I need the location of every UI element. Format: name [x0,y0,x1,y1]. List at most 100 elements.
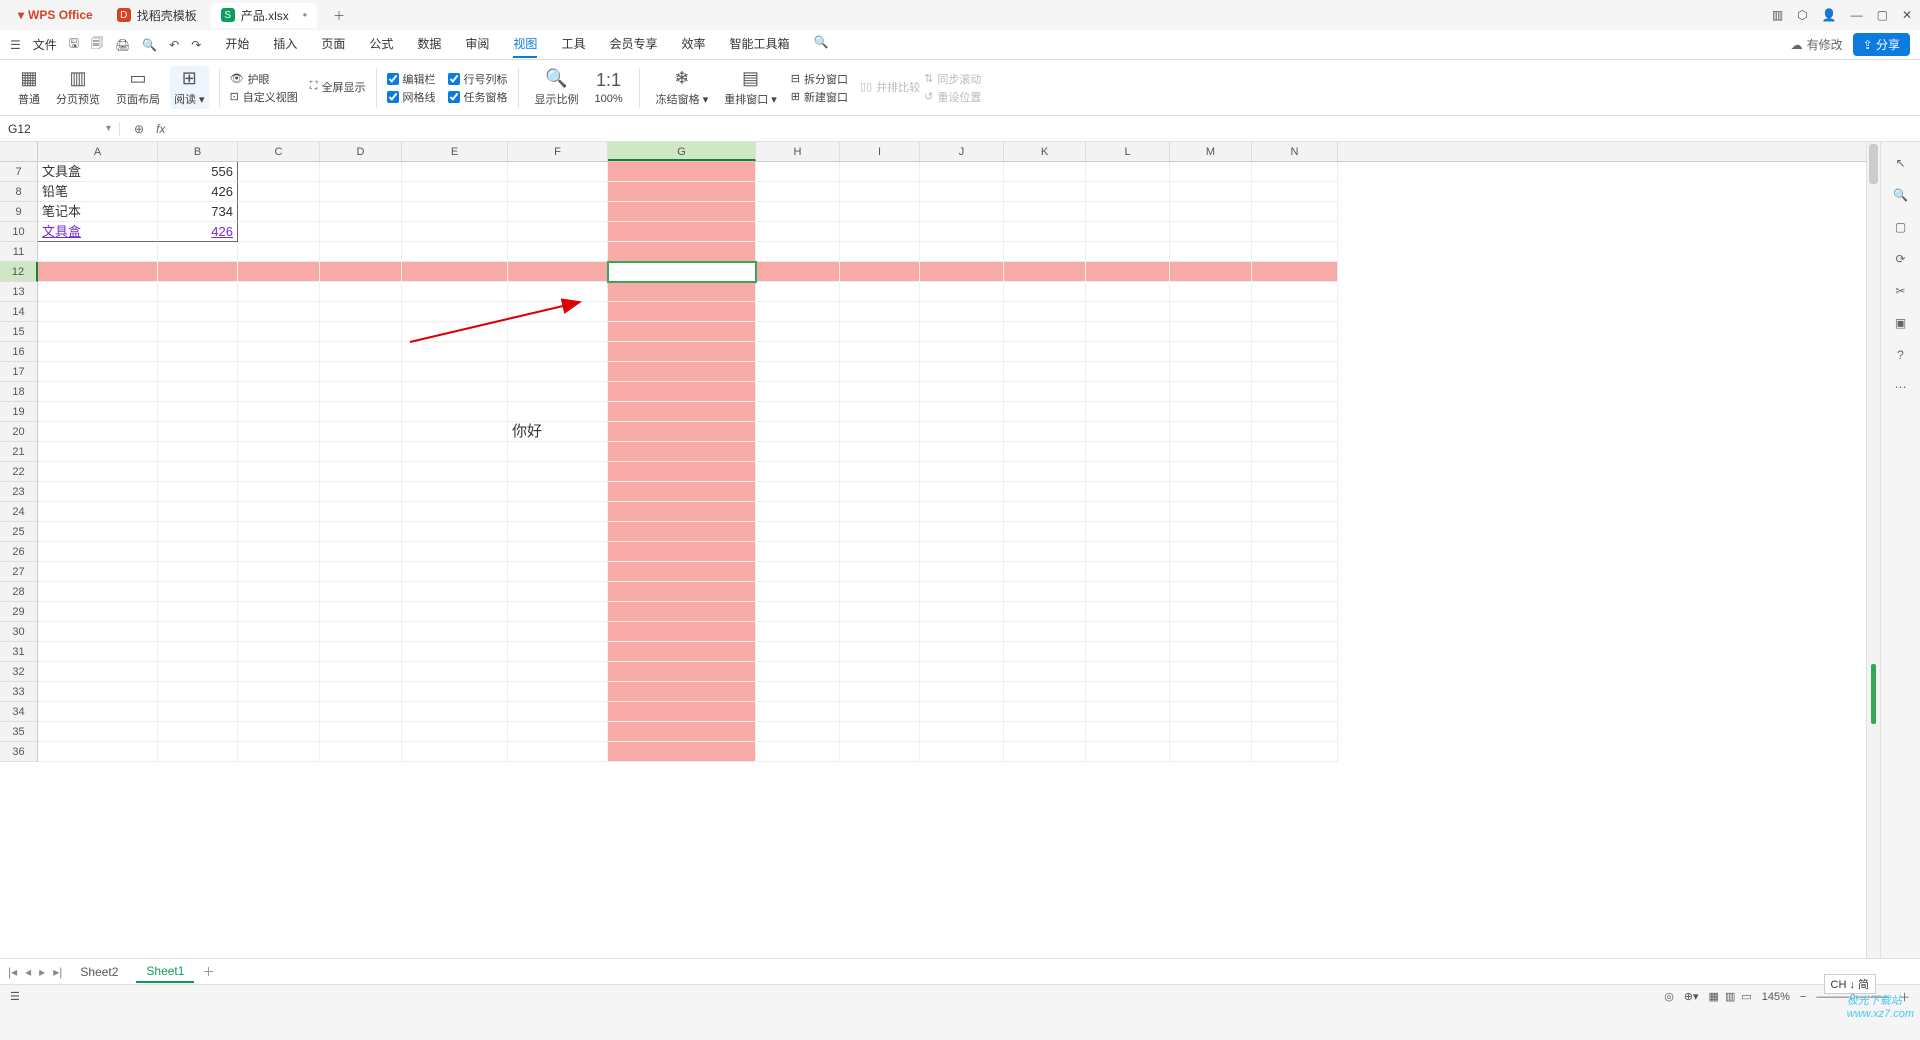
cell-D9[interactable] [320,202,402,222]
cell-I23[interactable] [840,482,920,502]
select-all-corner[interactable] [0,142,38,161]
cell-L17[interactable] [1086,362,1170,382]
cell-K23[interactable] [1004,482,1086,502]
cell-J16[interactable] [920,342,1004,362]
cell-I13[interactable] [840,282,920,302]
cell-N35[interactable] [1252,722,1338,742]
cell-M33[interactable] [1170,682,1252,702]
row-header[interactable]: 27 [0,562,38,582]
row-header[interactable]: 22 [0,462,38,482]
cell-H22[interactable] [756,462,840,482]
cell-J35[interactable] [920,722,1004,742]
cell-G32[interactable] [608,662,756,682]
cell-M23[interactable] [1170,482,1252,502]
cell-B22[interactable] [158,462,238,482]
cell-K7[interactable] [1004,162,1086,182]
cell-F11[interactable] [508,242,608,262]
cell-A29[interactable] [38,602,158,622]
cell-N29[interactable] [1252,602,1338,622]
search-icon[interactable]: 🔍 [814,31,829,58]
cell-N22[interactable] [1252,462,1338,482]
cell-A34[interactable] [38,702,158,722]
cell-G34[interactable] [608,702,756,722]
row-header[interactable]: 18 [0,382,38,402]
check-taskpane[interactable]: 任务窗格 [448,89,508,105]
cell-N26[interactable] [1252,542,1338,562]
cell-L13[interactable] [1086,282,1170,302]
cell-B29[interactable] [158,602,238,622]
cell-J28[interactable] [920,582,1004,602]
cell-G14[interactable] [608,302,756,322]
cell-I18[interactable] [840,382,920,402]
cell-C33[interactable] [238,682,320,702]
cell-J25[interactable] [920,522,1004,542]
custom-view-button[interactable]: ⊡自定义视图 [230,89,298,105]
menu-data[interactable]: 数据 [417,31,441,58]
cell-I16[interactable] [840,342,920,362]
target-icon[interactable]: ⊕▾ [1684,990,1699,1003]
cell-G19[interactable] [608,402,756,422]
row-header[interactable]: 30 [0,622,38,642]
cell-M20[interactable] [1170,422,1252,442]
cell-F25[interactable] [508,522,608,542]
cell-E27[interactable] [402,562,508,582]
cell-J18[interactable] [920,382,1004,402]
cell-F16[interactable] [508,342,608,362]
cell-D18[interactable] [320,382,402,402]
cell-I27[interactable] [840,562,920,582]
cell-H15[interactable] [756,322,840,342]
tools-panel-icon[interactable]: ✂ [1895,284,1905,298]
cell-J14[interactable] [920,302,1004,322]
cell-N11[interactable] [1252,242,1338,262]
cell-L23[interactable] [1086,482,1170,502]
cell-B17[interactable] [158,362,238,382]
cell-E31[interactable] [402,642,508,662]
cell-J10[interactable] [920,222,1004,242]
row-header[interactable]: 32 [0,662,38,682]
cell-H12[interactable] [756,262,840,282]
cell-L9[interactable] [1086,202,1170,222]
cell-M18[interactable] [1170,382,1252,402]
cell-L16[interactable] [1086,342,1170,362]
cell-D15[interactable] [320,322,402,342]
cell-C14[interactable] [238,302,320,322]
cell-N21[interactable] [1252,442,1338,462]
cell-B16[interactable] [158,342,238,362]
cell-A15[interactable] [38,322,158,342]
cell-C20[interactable] [238,422,320,442]
cell-C22[interactable] [238,462,320,482]
menu-member[interactable]: 会员专享 [609,31,657,58]
tab-template[interactable]: D 找稻壳模板 [107,3,207,28]
sheet-tab-sheet2[interactable]: Sheet2 [70,962,128,982]
cell-J24[interactable] [920,502,1004,522]
cell-C13[interactable] [238,282,320,302]
cell-I14[interactable] [840,302,920,322]
cell-N36[interactable] [1252,742,1338,762]
cell-A25[interactable] [38,522,158,542]
cell-M30[interactable] [1170,622,1252,642]
cell-M35[interactable] [1170,722,1252,742]
cell-F32[interactable] [508,662,608,682]
cell-G15[interactable] [608,322,756,342]
row-header[interactable]: 33 [0,682,38,702]
cell-F21[interactable] [508,442,608,462]
cell-N7[interactable] [1252,162,1338,182]
cell-D25[interactable] [320,522,402,542]
view-normal-icon[interactable]: ▦ [1709,990,1719,1003]
cell-F8[interactable] [508,182,608,202]
cell-E29[interactable] [402,602,508,622]
cell-H24[interactable] [756,502,840,522]
row-header[interactable]: 10 [0,222,38,242]
cell-E7[interactable] [402,162,508,182]
cell-D35[interactable] [320,722,402,742]
cell-D17[interactable] [320,362,402,382]
cell-J26[interactable] [920,542,1004,562]
cloud-panel-icon[interactable]: ⟳ [1895,252,1905,266]
menu-review[interactable]: 审阅 [465,31,489,58]
cell-M16[interactable] [1170,342,1252,362]
cell-A26[interactable] [38,542,158,562]
cell-B7[interactable]: 556 [158,162,238,182]
cell-B27[interactable] [158,562,238,582]
col-header-A[interactable]: A [38,142,158,161]
cell-L20[interactable] [1086,422,1170,442]
